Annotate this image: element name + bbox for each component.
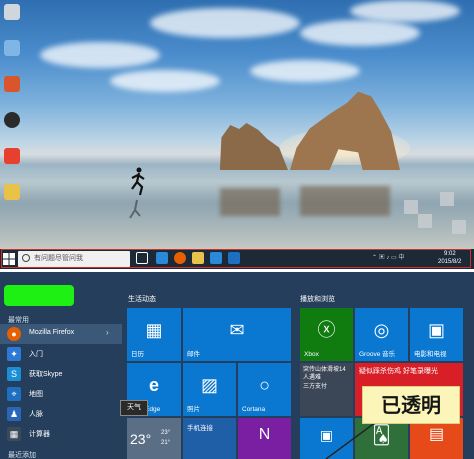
- qq-penguin-icon[interactable]: [4, 112, 20, 128]
- calendar-icon: ▦: [145, 320, 163, 341]
- groove-music-icon: ◎: [373, 320, 390, 341]
- chevron-right-icon[interactable]: ›: [106, 328, 109, 337]
- app-item-maps[interactable]: ⌖ 地图: [0, 384, 122, 404]
- map-icon: ⌖: [7, 387, 21, 401]
- user-account-highlight[interactable]: [4, 285, 74, 306]
- cortana-ring-icon: ○: [259, 375, 270, 396]
- taskbar-highlight-outline: [1, 249, 471, 268]
- film-clapper-icon: ▣: [427, 320, 446, 341]
- tile-mail[interactable]: ✉ 邮件: [183, 308, 291, 361]
- desktop-wallpaper: [0, 0, 474, 249]
- tile-photos[interactable]: ▨ 照片: [183, 363, 236, 416]
- app-item-people[interactable]: ♟ 人脉: [0, 404, 122, 424]
- tile-groove[interactable]: ◎ Groove 音乐: [355, 308, 408, 361]
- callout-pointer: [325, 422, 377, 459]
- tile-news[interactable]: 突传山体滑坡14人遇难 三方支付: [300, 363, 353, 416]
- tile-office[interactable]: ▤: [410, 418, 463, 459]
- tile-xbox[interactable]: ⓧ Xbox: [300, 308, 353, 361]
- mail-icon: ✉: [229, 320, 245, 341]
- callout-text: 已透明: [381, 393, 441, 417]
- app-shortcut-icon[interactable]: [4, 148, 20, 164]
- app-item-skype[interactable]: S 获取Skype: [0, 364, 122, 384]
- lightbulb-icon: ✦: [7, 347, 21, 361]
- start-menu: 最常用 ● Mozilla Firefox › ✦ 入门 S 获取Skype ⌖…: [0, 272, 474, 459]
- app-item-get-started[interactable]: ✦ 入门: [0, 344, 122, 364]
- onenote-icon: N: [258, 426, 271, 444]
- tile-phone[interactable]: 手机连接: [183, 418, 236, 459]
- transparency-callout: 已透明: [362, 386, 460, 424]
- game-app-icon[interactable]: [4, 76, 20, 92]
- tile-onenote[interactable]: N: [238, 418, 291, 459]
- tile-calendar[interactable]: ▦ 日历: [127, 308, 181, 361]
- news-headline-2: 三方支付: [303, 384, 328, 390]
- tile-movies[interactable]: ▣ 电影和电视: [410, 308, 463, 361]
- rock-formation-left: [219, 123, 288, 170]
- skype-icon: S: [7, 367, 21, 381]
- tile-weather[interactable]: 23° 23° 21°: [127, 418, 181, 459]
- xbox-icon: ⓧ: [317, 320, 336, 341]
- weather-temperature: 23°: [130, 431, 152, 447]
- runner-silhouette: [131, 167, 145, 196]
- weather-tooltip: 天气: [120, 400, 148, 416]
- section-play: 播放和浏览: [300, 296, 335, 303]
- recycle-bin-icon[interactable]: [4, 4, 20, 20]
- photos-icon: ▨: [200, 375, 219, 396]
- app-item-firefox[interactable]: ● Mozilla Firefox ›: [0, 324, 122, 344]
- office-icon: ▤: [428, 426, 445, 444]
- recently-added-label: 最近添加: [8, 452, 36, 459]
- weather-low: 21°: [161, 440, 171, 446]
- app-item-calculator[interactable]: ▦ 计算器: [0, 424, 122, 444]
- edge-logo-icon: e: [148, 375, 160, 396]
- section-life: 生活动态: [128, 296, 156, 303]
- computer-icon[interactable]: [4, 40, 20, 56]
- weather-high: 23°: [161, 430, 171, 436]
- tile-cortana[interactable]: ○ Cortana: [238, 363, 291, 416]
- folder-shortcut-icon[interactable]: [4, 184, 20, 200]
- news-headline: 突传山体滑坡14人遇难: [303, 367, 346, 381]
- feature-news-headline: 疑似踩杀伤鸡 好笔录曝光: [359, 368, 438, 375]
- desktop-screenshot: 有问题尽管问我 ⌃ ▣ ♪ ▭ 中 9:02 2015/8/2: [0, 0, 474, 271]
- firefox-icon: ●: [7, 327, 21, 341]
- people-icon: ♟: [7, 407, 21, 421]
- calculator-icon: ▦: [7, 427, 21, 441]
